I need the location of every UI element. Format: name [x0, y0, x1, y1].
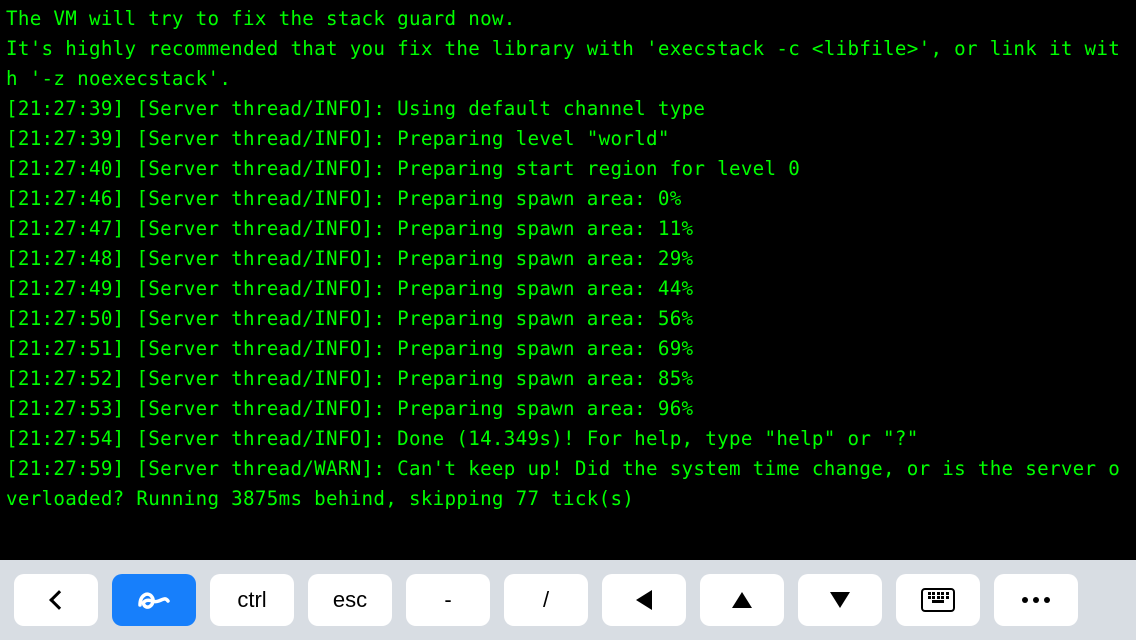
arrow-down-icon	[830, 592, 850, 608]
terminal-line: The VM will try to fix the stack guard n…	[6, 4, 1130, 34]
ctrl-key-button[interactable]: ctrl	[210, 574, 294, 626]
keyboard-toggle-button[interactable]	[896, 574, 980, 626]
terminal-line: [21:27:48] [Server thread/INFO]: Prepari…	[6, 244, 1130, 274]
terminal-line: [21:27:39] [Server thread/INFO]: Prepari…	[6, 124, 1130, 154]
terminal-line: [21:27:46] [Server thread/INFO]: Prepari…	[6, 184, 1130, 214]
keyboard-toolbar: ctrl esc - /	[0, 560, 1136, 640]
arrow-down-button[interactable]	[798, 574, 882, 626]
terminal-line: [21:27:49] [Server thread/INFO]: Prepari…	[6, 274, 1130, 304]
ellipsis-icon	[1022, 597, 1050, 603]
arrow-left-button[interactable]	[602, 574, 686, 626]
terminal-output[interactable]: The VM will try to fix the stack guard n…	[0, 0, 1136, 560]
terminal-line: [21:27:40] [Server thread/INFO]: Prepari…	[6, 154, 1130, 184]
chevron-left-icon	[49, 590, 69, 610]
more-button[interactable]	[994, 574, 1078, 626]
terminal-line: [21:27:39] [Server thread/INFO]: Using d…	[6, 94, 1130, 124]
terminal-line: [21:27:47] [Server thread/INFO]: Prepari…	[6, 214, 1130, 244]
terminal-line: [21:27:59] [Server thread/WARN]: Can't k…	[6, 454, 1130, 514]
gesture-button[interactable]	[112, 574, 196, 626]
keyboard-icon	[921, 588, 955, 612]
terminal-line: [21:27:51] [Server thread/INFO]: Prepari…	[6, 334, 1130, 364]
terminal-line: [21:27:50] [Server thread/INFO]: Prepari…	[6, 304, 1130, 334]
dash-key-button[interactable]: -	[406, 574, 490, 626]
terminal-line: It's highly recommended that you fix the…	[6, 34, 1130, 94]
arrow-left-icon	[636, 590, 652, 610]
terminal-line: [21:27:53] [Server thread/INFO]: Prepari…	[6, 394, 1130, 424]
back-button[interactable]	[14, 574, 98, 626]
terminal-line: [21:27:52] [Server thread/INFO]: Prepari…	[6, 364, 1130, 394]
esc-key-button[interactable]: esc	[308, 574, 392, 626]
terminal-line: [21:27:54] [Server thread/INFO]: Done (1…	[6, 424, 1130, 454]
arrow-up-button[interactable]	[700, 574, 784, 626]
scribble-icon	[134, 585, 174, 615]
arrow-up-icon	[732, 592, 752, 608]
slash-key-button[interactable]: /	[504, 574, 588, 626]
